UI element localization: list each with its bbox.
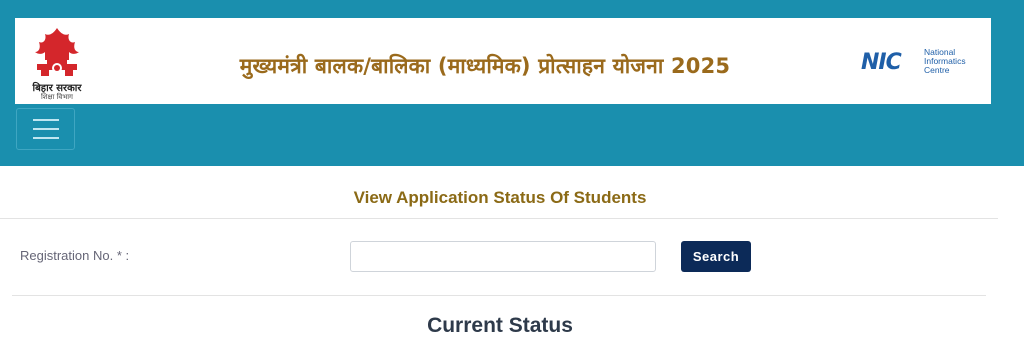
- page-heading: View Application Status Of Students: [353, 188, 647, 207]
- hamburger-menu-button[interactable]: [16, 108, 75, 150]
- nic-text-line: Centre: [924, 65, 950, 75]
- hamburger-menu-icon: [32, 119, 59, 121]
- hamburger-menu-icon: [32, 137, 59, 139]
- divider: [0, 218, 998, 219]
- registration-label: Registration No. * :: [20, 248, 130, 263]
- scheme-title: मुख्यमंत्री बालक/बालिका (माध्यमिक) प्रोत…: [239, 54, 731, 78]
- hamburger-menu-icon: [32, 128, 59, 130]
- nic-logo: NIC National Informatics Centre: [861, 48, 981, 78]
- logo-text-department: शिक्षा विभाग: [40, 93, 73, 101]
- search-button[interactable]: Search: [681, 241, 751, 272]
- nic-text: National Informatics Centre: [924, 48, 966, 75]
- current-status-heading: Current Status: [427, 314, 573, 337]
- header-band: बिहार सरकार शिक्षा विभाग मुख्यमंत्री बाल…: [0, 0, 1024, 166]
- bihar-emblem-logo: बिहार सरकार शिक्षा विभाग: [23, 24, 91, 101]
- divider: [12, 295, 986, 296]
- header-card: बिहार सरकार शिक्षा विभाग मुख्यमंत्री बाल…: [15, 18, 991, 104]
- nic-mark: NIC: [861, 50, 902, 75]
- logo-text-government: बिहार सरकार: [32, 83, 82, 94]
- registration-input[interactable]: [350, 241, 656, 272]
- bihar-emblem-icon: [35, 28, 79, 76]
